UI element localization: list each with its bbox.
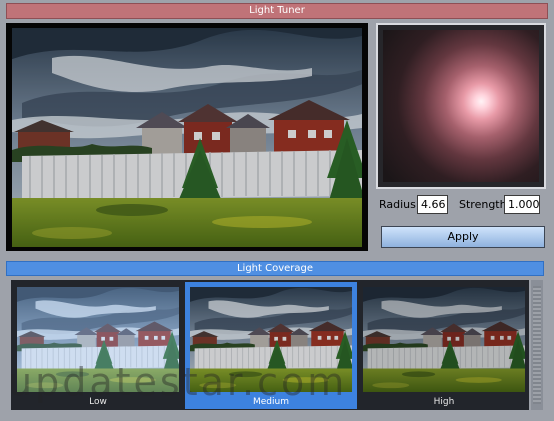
radius-label: Radius — [379, 198, 416, 211]
strength-label: Strength — [459, 198, 507, 211]
coverage-label-medium: Medium — [253, 397, 289, 407]
image-viewport — [6, 23, 368, 251]
coverage-option-low[interactable]: Low — [12, 282, 184, 409]
coverage-thumbnail-medium — [190, 287, 352, 392]
window-title-bar: Light Tuner — [6, 3, 548, 19]
light-falloff-preview[interactable] — [383, 30, 539, 182]
main-photo — [12, 28, 362, 247]
window-title: Light Tuner — [249, 5, 305, 16]
coverage-thumbnail-high — [363, 287, 525, 392]
coverage-scrollbar[interactable] — [531, 280, 543, 410]
coverage-thumbnail-low — [17, 287, 179, 392]
radius-field[interactable]: 4.66 — [417, 195, 448, 214]
coverage-label-low: Low — [89, 397, 107, 407]
strength-field[interactable]: 1.000 — [504, 195, 540, 214]
coverage-option-medium[interactable]: Medium — [185, 282, 357, 409]
light-preview-panel — [376, 23, 546, 189]
scrollbar-track[interactable] — [533, 286, 541, 404]
apply-button[interactable]: Apply — [381, 226, 545, 248]
coverage-option-high[interactable]: High — [358, 282, 530, 409]
coverage-section-title: Light Coverage — [236, 263, 314, 274]
coverage-section-header: Light Coverage — [6, 261, 544, 276]
coverage-label-high: High — [433, 397, 455, 407]
